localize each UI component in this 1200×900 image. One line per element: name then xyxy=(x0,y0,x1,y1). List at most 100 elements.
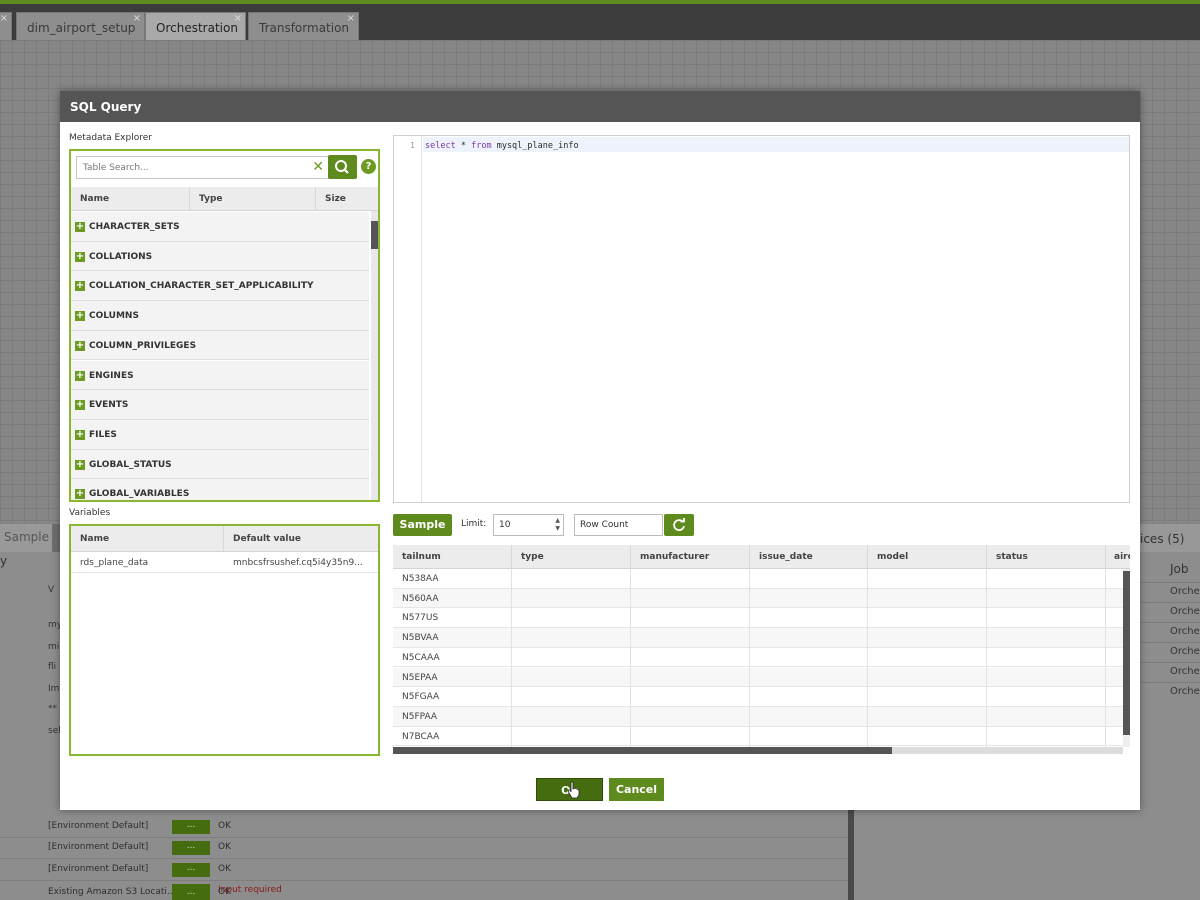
clear-icon[interactable]: ✕ xyxy=(312,159,324,176)
metadata-row-global-variables[interactable]: + GLOBAL_VARIABLES xyxy=(71,479,369,502)
results-horizontal-scrollbar[interactable] xyxy=(393,747,1123,754)
metadata-table-header: Name Type Size xyxy=(71,187,378,211)
limit-label: Limit: xyxy=(461,519,486,529)
close-icon[interactable]: × xyxy=(133,4,141,34)
metadata-row-global-status[interactable]: + GLOBAL_STATUS xyxy=(71,450,369,480)
table-name: COLUMNS xyxy=(89,311,139,321)
search-button[interactable] xyxy=(328,155,357,179)
editor-gutter: 1 xyxy=(394,136,422,502)
column-header-aircraft[interactable]: airc xyxy=(1114,552,1130,562)
close-icon[interactable]: × xyxy=(347,4,355,34)
column-header-type[interactable]: type xyxy=(521,552,544,562)
table-row[interactable]: N5BVAA xyxy=(393,628,1123,648)
property-row[interactable]: [Environment Default] ... OK xyxy=(0,838,848,859)
table-row[interactable]: N7BCAA xyxy=(393,727,1123,747)
edit-button[interactable]: ... xyxy=(172,863,210,877)
edit-button[interactable]: ... xyxy=(172,887,210,900)
expand-icon[interactable]: + xyxy=(75,222,85,232)
property-row[interactable]: [Environment Default] ... OK xyxy=(0,860,848,881)
table-cell: Orche xyxy=(1170,606,1200,617)
sample-results-table: tailnum type manufacturer issue_date mod… xyxy=(393,545,1130,755)
refresh-icon xyxy=(664,514,694,536)
expand-icon[interactable]: + xyxy=(75,341,85,351)
table-row[interactable]: N5FPAA xyxy=(393,707,1123,727)
table-cell: N538AA xyxy=(402,574,438,584)
column-header-model[interactable]: model xyxy=(877,552,908,562)
property-row[interactable]: Existing Amazon S3 Locati... ... OK xyxy=(0,884,848,900)
cancel-button[interactable]: Cancel xyxy=(609,778,664,801)
tab-bar: × dim_airport_setup × Orchestration × Tr… xyxy=(0,0,1200,40)
tab-services[interactable]: ices (5) xyxy=(1136,524,1200,552)
table-name: EVENTS xyxy=(89,400,128,410)
expand-icon[interactable]: + xyxy=(75,281,85,291)
property-row[interactable]: [Environment Default] ... OK xyxy=(0,817,848,838)
dialog-title: SQL Query xyxy=(60,91,1140,122)
column-header-job: Job xyxy=(1170,562,1189,576)
column-header-issue-date[interactable]: issue_date xyxy=(759,552,813,562)
sql-code[interactable]: select * from mysql_plane_info xyxy=(425,141,579,151)
expand-icon[interactable]: + xyxy=(75,460,85,470)
sql-query-dialog: SQL Query Metadata Explorer ✕ ? Name Typ… xyxy=(60,91,1140,810)
table-cell: N7BCAA xyxy=(402,732,439,742)
results-body: N538AA N560AA N577US N5BVAA N5CAAA N5EPA… xyxy=(393,569,1123,747)
property-value: V xyxy=(48,585,54,595)
edit-button[interactable]: ... xyxy=(172,841,210,855)
metadata-row-engines[interactable]: + ENGINES xyxy=(71,361,369,391)
column-header-status[interactable]: status xyxy=(996,552,1028,562)
table-cell: N5EPAA xyxy=(402,673,438,683)
table-cell: Orche xyxy=(1170,646,1200,657)
table-row[interactable]: N5FGAA xyxy=(393,687,1123,707)
expand-icon[interactable]: + xyxy=(75,400,85,410)
metadata-row-column-privileges[interactable]: + COLUMN_PRIVILEGES xyxy=(71,331,369,361)
table-row[interactable]: N5EPAA xyxy=(393,668,1123,688)
table-row[interactable]: N538AA xyxy=(393,569,1123,589)
table-row[interactable]: N560AA xyxy=(393,589,1123,609)
table-name: COLLATION_CHARACTER_SET_APPLICABILITY xyxy=(89,281,314,291)
expand-icon[interactable]: + xyxy=(75,430,85,440)
variable-default: mnbcsfrsushef.cq5i4y35n9... xyxy=(233,558,363,568)
variables-label: Variables xyxy=(69,508,110,518)
scrollbar-thumb[interactable] xyxy=(1123,571,1130,735)
scrollbar-thumb[interactable] xyxy=(371,221,378,249)
scrollbar-thumb[interactable] xyxy=(393,747,892,754)
tab-label: Transformation xyxy=(259,21,349,35)
spinner-icon[interactable]: ▲▼ xyxy=(555,517,560,533)
sql-keyword: from xyxy=(471,141,491,151)
metadata-scrollbar[interactable] xyxy=(371,211,378,502)
metadata-row-character-sets[interactable]: + CHARACTER_SETS xyxy=(71,212,369,242)
metadata-row-collations[interactable]: + COLLATIONS xyxy=(71,242,369,272)
column-header-manufacturer[interactable]: manufacturer xyxy=(640,552,709,562)
metadata-row-collation-charset[interactable]: + COLLATION_CHARACTER_SET_APPLICABILITY xyxy=(71,271,369,301)
tab-sample[interactable]: Sample xyxy=(0,524,52,552)
close-icon[interactable]: × xyxy=(234,4,242,34)
metadata-row-columns[interactable]: + COLUMNS xyxy=(71,301,369,331)
metadata-row-events[interactable]: + EVENTS xyxy=(71,390,369,420)
property-value: ** xyxy=(48,704,57,714)
help-icon[interactable]: ? xyxy=(361,159,376,174)
expand-icon[interactable]: + xyxy=(75,371,85,381)
table-search-input[interactable] xyxy=(77,157,305,178)
table-name: GLOBAL_VARIABLES xyxy=(89,489,189,499)
column-header-default-value: Default value xyxy=(233,534,301,544)
table-cell: N5FPAA xyxy=(402,712,437,722)
table-search: ✕ xyxy=(76,156,329,179)
sql-editor[interactable]: 1 select * from mysql_plane_info xyxy=(393,135,1130,503)
variable-row[interactable]: rds_plane_data mnbcsfrsushef.cq5i4y35n9.… xyxy=(71,552,378,573)
sample-button[interactable]: Sample xyxy=(393,514,452,536)
metadata-row-files[interactable]: + FILES xyxy=(71,420,369,450)
expand-icon[interactable]: + xyxy=(75,252,85,262)
limit-input[interactable] xyxy=(494,515,544,535)
expand-icon[interactable]: + xyxy=(75,489,85,499)
column-header-size[interactable]: Size xyxy=(325,194,346,204)
edit-button[interactable]: ... xyxy=(172,820,210,834)
close-icon[interactable]: × xyxy=(0,4,8,34)
table-cell: N5CAAA xyxy=(402,653,440,663)
column-header-name[interactable]: Name xyxy=(80,194,109,204)
refresh-button[interactable] xyxy=(664,514,694,536)
column-header-tailnum[interactable]: tailnum xyxy=(402,552,441,562)
results-vertical-scrollbar[interactable] xyxy=(1123,569,1130,747)
table-row[interactable]: N577US xyxy=(393,608,1123,628)
expand-icon[interactable]: + xyxy=(75,311,85,321)
table-row[interactable]: N5CAAA xyxy=(393,648,1123,668)
column-header-type[interactable]: Type xyxy=(199,194,222,204)
